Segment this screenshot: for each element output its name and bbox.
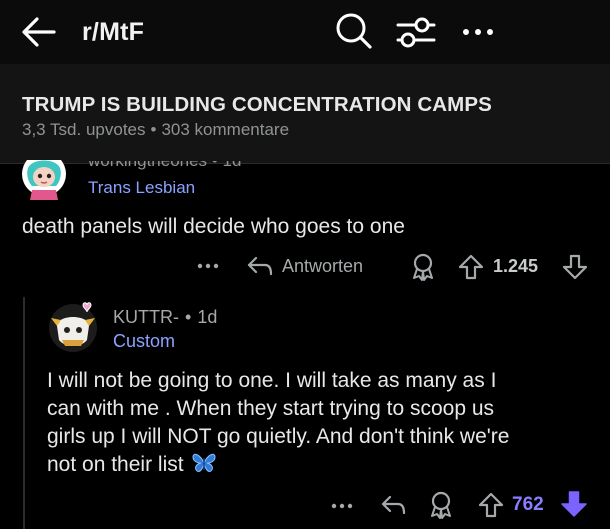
award-icon — [413, 253, 433, 281]
comment-body-line-last: not on their list — [47, 451, 599, 479]
more-horizontal-icon — [463, 29, 493, 35]
butterfly-emoji-icon — [192, 453, 216, 472]
reply-button[interactable]: Antworten — [246, 254, 363, 278]
comment-body: death panels will decide who goes to one — [22, 215, 405, 238]
comment-body-line: girls up I will NOT go quietly. And don'… — [47, 425, 510, 448]
reply-label: Antworten — [282, 255, 364, 276]
upvote-count: 3,3 Tsd. upvotes — [22, 120, 146, 139]
comment-body-line: can with me . When they start trying to … — [47, 397, 495, 420]
reply-arrow-icon — [247, 256, 273, 276]
user-avatar-image — [49, 302, 97, 352]
more-options-button[interactable] — [460, 18, 496, 46]
post-meta: 3,3 Tsd. upvotes • 303 kommentare — [22, 120, 289, 140]
avatar[interactable] — [22, 160, 70, 200]
search-icon — [336, 13, 372, 49]
downvote-button[interactable] — [560, 489, 588, 519]
upvote-button[interactable] — [478, 491, 504, 519]
user-flair: Custom — [113, 331, 176, 351]
thread-line[interactable] — [23, 297, 25, 529]
user-flair: Trans Lesbian — [88, 178, 196, 197]
back-button[interactable] — [20, 14, 58, 50]
search-button[interactable] — [334, 11, 374, 51]
upvote-arrow-icon — [458, 254, 484, 280]
downvote-arrow-icon — [562, 254, 588, 280]
award-button[interactable] — [428, 491, 454, 519]
vote-score: 762 — [512, 494, 544, 515]
upvote-button[interactable] — [458, 253, 484, 281]
comment-more-button[interactable] — [196, 256, 220, 276]
sliders-icon — [396, 17, 436, 48]
post-title[interactable]: TRUMP IS BUILDING CONCENTRATION CAMPS — [22, 93, 492, 117]
filter-button[interactable] — [396, 13, 436, 51]
avatar[interactable] — [47, 300, 99, 354]
comment-more-button[interactable] — [330, 496, 354, 516]
downvote-arrow-filled-icon — [561, 491, 587, 517]
arrow-left-icon — [22, 17, 56, 47]
subreddit-title[interactable]: r/MtF — [82, 18, 144, 47]
upvote-arrow-icon — [478, 492, 504, 518]
comment-body-line: I will not be going to one. I will take … — [47, 369, 497, 392]
vote-score: 1.245 — [493, 256, 539, 276]
user-avatar-image — [22, 160, 66, 200]
downvote-button[interactable] — [562, 253, 588, 281]
comment-username[interactable]: KUTTR- • 1d — [113, 307, 217, 328]
award-icon — [431, 491, 451, 519]
more-horizontal-icon — [331, 503, 353, 509]
comment-count: 303 kommentare — [161, 120, 290, 139]
comment-body: I will not be going to one. I will take … — [47, 367, 599, 479]
reply-arrow-icon — [381, 495, 406, 515]
award-button[interactable] — [410, 253, 436, 281]
reply-button[interactable] — [380, 492, 406, 518]
more-horizontal-icon — [197, 263, 219, 269]
meta-separator: • — [150, 120, 157, 139]
